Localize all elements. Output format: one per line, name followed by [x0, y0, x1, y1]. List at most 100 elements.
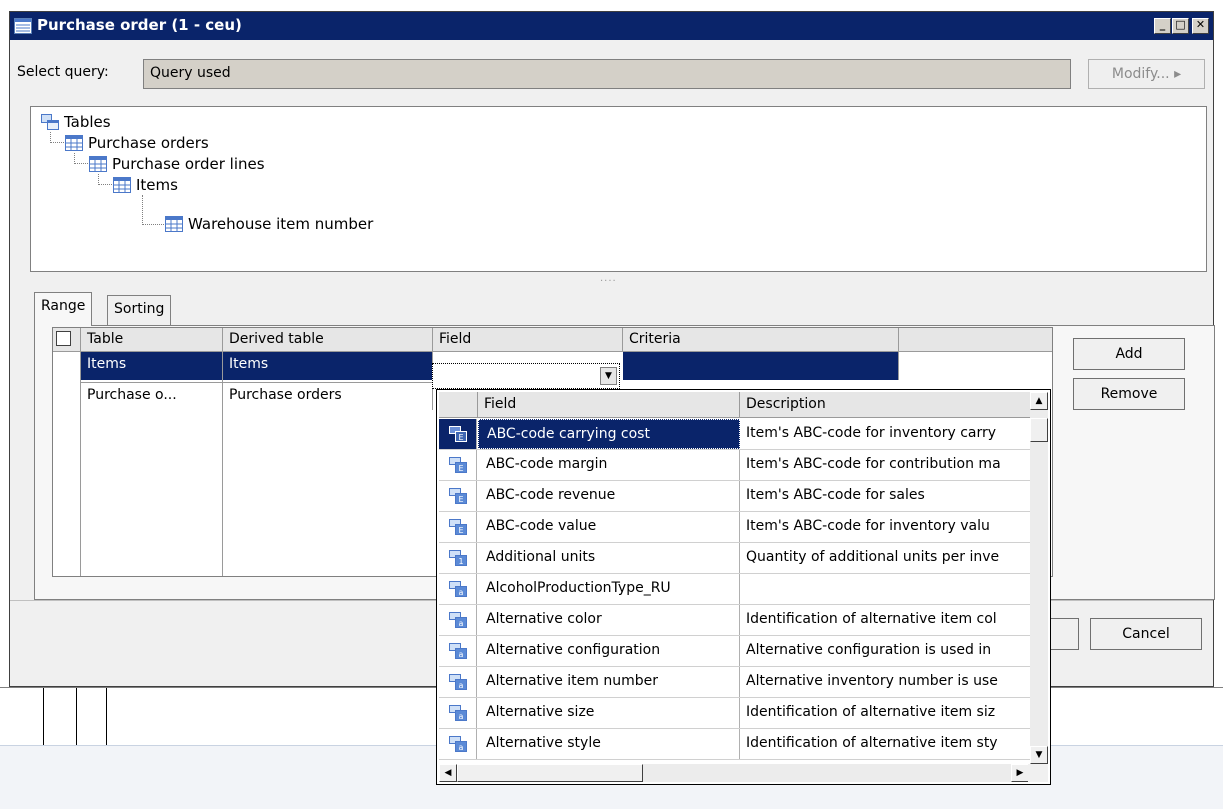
column-header-derived-table[interactable]: Derived table	[223, 328, 433, 352]
row-icon-cell: E	[439, 419, 477, 449]
column-header-table[interactable]: Table	[81, 328, 223, 352]
number-field-icon: 1	[449, 550, 467, 566]
field-name-cell[interactable]: AlcoholProductionType_RU	[478, 574, 740, 604]
vertical-scrollbar[interactable]: ▲ ▼	[1030, 392, 1048, 764]
modify-button[interactable]: Modify... ▸	[1088, 59, 1205, 89]
field-description-cell: Item's ABC-code for inventory carry	[746, 425, 997, 441]
select-query-field[interactable]: Query used	[143, 59, 1071, 89]
row-icon-cell: 1	[439, 543, 477, 573]
column-header-empty	[899, 328, 1052, 352]
dropdown-header-description[interactable]: Description	[740, 392, 1031, 418]
field-description-cell	[740, 574, 1034, 604]
field-description-cell: Alternative configuration is used in	[746, 642, 992, 658]
background-grid-line	[106, 688, 107, 745]
title-bar[interactable]: Purchase order (1 - ceu) _ □ ✕	[10, 12, 1213, 40]
table-icon	[65, 135, 83, 151]
minimize-button[interactable]: _	[1154, 18, 1171, 34]
field-description-cell: Identification of alternative item siz	[746, 704, 996, 720]
string-field-icon: a	[449, 612, 467, 628]
scroll-down-icon[interactable]: ▼	[1030, 746, 1048, 764]
add-button[interactable]: Add	[1073, 338, 1185, 370]
row-icon-cell: a	[439, 636, 477, 666]
dropdown-row[interactable]: a Alternative configuration Alternative co…	[439, 636, 1034, 667]
dropdown-row[interactable]: a Alternative item number Alternative inve…	[439, 667, 1034, 698]
string-field-icon: a	[449, 705, 467, 721]
row-1-table-cell[interactable]: Items	[81, 352, 223, 380]
tree-connector	[98, 174, 112, 185]
enum-field-icon: E	[449, 457, 467, 473]
tables-icon	[41, 114, 59, 130]
svg-text:a: a	[459, 650, 464, 659]
field-name-cell[interactable]: Alternative style	[478, 729, 740, 759]
field-name-cell[interactable]: ABC-code carrying cost	[478, 419, 740, 449]
row-icon-cell: a	[439, 729, 477, 759]
tab-range[interactable]: Range	[34, 292, 93, 326]
enum-field-icon: E	[449, 488, 467, 504]
field-name-cell[interactable]: Alternative item number	[478, 667, 740, 697]
scroll-left-icon[interactable]: ◀	[439, 764, 457, 782]
field-description-cell: Alternative inventory number is use	[746, 673, 998, 689]
field-name-cell[interactable]: Alternative size	[478, 698, 740, 728]
horizontal-scroll-thumb[interactable]	[457, 764, 643, 782]
select-all-header	[53, 328, 81, 352]
row-2-table-cell[interactable]: Purchase o...	[81, 382, 223, 410]
scroll-up-icon[interactable]: ▲	[1030, 392, 1048, 410]
field-description-cell: Quantity of additional units per inve	[746, 549, 1000, 565]
dropdown-header-field[interactable]: Field	[478, 392, 740, 418]
dropdown-row[interactable]: a Alternative style Identification of alte…	[439, 729, 1034, 760]
field-combobox[interactable]: ▼	[432, 363, 620, 389]
tree-label: Purchase orders	[88, 134, 209, 152]
field-name-cell[interactable]: ABC-code value	[478, 512, 740, 542]
scroll-right-icon[interactable]: ▶	[1011, 764, 1029, 782]
row-icon-cell: E	[439, 481, 477, 511]
enum-field-icon: E	[449, 519, 467, 535]
query-tables-tree: Tables Purchase orders Purchase order li…	[30, 106, 1207, 272]
horizontal-scrollbar[interactable]: ◀ ▶	[439, 764, 1029, 782]
maximize-button[interactable]: □	[1172, 18, 1189, 34]
remove-button[interactable]: Remove	[1073, 378, 1185, 410]
field-name-cell[interactable]: Alternative color	[478, 605, 740, 635]
cancel-button[interactable]: Cancel	[1090, 618, 1202, 650]
scroll-corner	[1028, 764, 1048, 782]
svg-text:E: E	[458, 433, 463, 442]
field-description-cell: Item's ABC-code for sales	[746, 487, 925, 503]
form-icon	[14, 18, 32, 34]
field-name-cell[interactable]: ABC-code margin	[478, 450, 740, 480]
field-description-cell: Identification of alternative item col	[746, 611, 997, 627]
field-name-cell[interactable]: Alternative configuration	[478, 636, 740, 666]
tab-sorting[interactable]: Sorting	[107, 295, 172, 325]
svg-text:a: a	[459, 681, 464, 690]
field-name-cell[interactable]: Additional units	[478, 543, 740, 573]
svg-text:a: a	[459, 588, 464, 597]
dropdown-row[interactable]: a AlcoholProductionType_RU	[439, 574, 1034, 605]
row-2-derived-cell[interactable]: Purchase orders	[223, 382, 433, 410]
dropdown-row[interactable]: E ABC-code revenue Item's ABC-code for sal…	[439, 481, 1034, 512]
tree-connector	[142, 195, 164, 225]
dropdown-row[interactable]: a Alternative color Identification of alte…	[439, 605, 1034, 636]
row-icon-cell: a	[439, 574, 477, 604]
field-description-cell: Item's ABC-code for inventory valu	[746, 518, 990, 534]
row-1-derived-cell[interactable]: Items	[223, 352, 433, 380]
combo-dropdown-arrow-icon[interactable]: ▼	[600, 367, 617, 385]
dropdown-row[interactable]: E ABC-code carrying cost Item's ABC-code f…	[439, 419, 1034, 450]
select-all-checkbox[interactable]	[56, 331, 71, 346]
field-name-cell[interactable]: ABC-code revenue	[478, 481, 740, 511]
tree-connector	[74, 153, 88, 164]
select-query-label: Select query:	[17, 64, 109, 80]
dropdown-row[interactable]: E ABC-code value Item's ABC-code for inven…	[439, 512, 1034, 543]
field-description-cell: Identification of alternative item sty	[746, 735, 998, 751]
svg-text:E: E	[458, 464, 463, 473]
dropdown-row[interactable]: 1 Additional units Quantity of additional …	[439, 543, 1034, 574]
dropdown-row[interactable]: a Alternative size Identification of alter…	[439, 698, 1034, 729]
column-header-field[interactable]: Field	[433, 328, 623, 352]
panel-splitter[interactable]: ····	[600, 276, 617, 287]
close-button[interactable]: ✕	[1192, 18, 1209, 34]
row-icon-cell: E	[439, 512, 477, 542]
row-1-criteria-cell[interactable]	[623, 352, 899, 380]
dropdown-row[interactable]: E ABC-code margin Item's ABC-code for cont…	[439, 450, 1034, 481]
scroll-thumb[interactable]	[1030, 418, 1048, 442]
table-icon	[165, 216, 183, 232]
row-icon-cell: a	[439, 605, 477, 635]
background-grid-line	[76, 688, 77, 745]
column-header-criteria[interactable]: Criteria	[623, 328, 899, 352]
